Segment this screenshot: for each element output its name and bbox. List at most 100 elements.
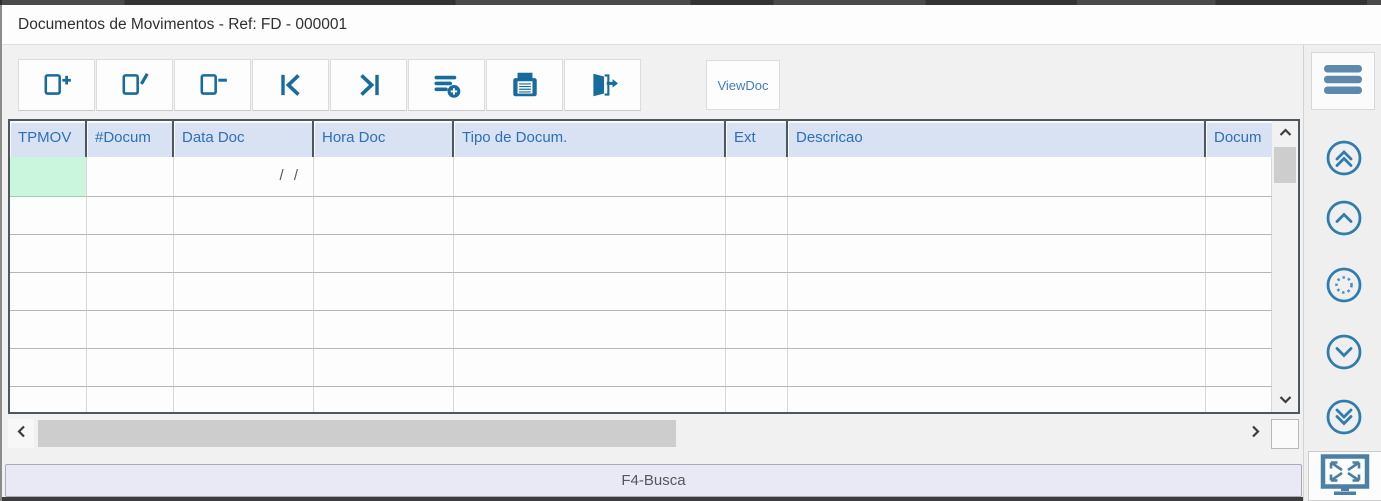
new-record-button[interactable] [18,59,95,111]
last-record-button[interactable] [330,59,407,111]
scroll-next-button[interactable] [1324,333,1364,373]
chevron-down-icon [1279,391,1292,409]
grid-cell[interactable] [454,197,726,235]
grid-cell[interactable] [314,157,454,197]
exit-button[interactable] [564,59,641,111]
column-header-data-doc[interactable]: Data Doc [174,121,314,157]
grid-cell[interactable] [788,157,1206,197]
list-plus-icon [431,69,463,101]
grid-cell[interactable] [454,349,726,387]
first-record-button[interactable] [252,59,329,111]
grid-cell[interactable] [314,273,454,311]
grid-cell[interactable] [788,387,1206,412]
grid-cell[interactable] [454,157,726,197]
grid-cell[interactable] [726,387,788,412]
grid-cell[interactable] [87,387,174,412]
grid-row[interactable] [10,311,1272,349]
scroll-right-button[interactable] [1242,419,1268,448]
grid-cell[interactable] [87,157,174,197]
grid-cell[interactable] [788,311,1206,349]
grid-cell[interactable] [314,387,454,412]
grid-cell[interactable] [10,387,87,412]
scroll-prev-button[interactable] [1324,199,1364,239]
selected-cell[interactable] [10,157,87,197]
grid-cell[interactable] [726,311,788,349]
grid-cell[interactable] [174,311,314,349]
grid-cell[interactable] [726,157,788,197]
grid-cell[interactable] [10,235,87,273]
column-header-descricao[interactable]: Descricao [788,121,1206,157]
grid-cell[interactable] [788,197,1206,235]
add-detail-button[interactable] [408,59,485,111]
vertical-scrollbar[interactable] [1272,121,1298,412]
horizontal-scroll-thumb[interactable] [38,420,676,447]
column-header-tpmov[interactable]: TPMOV [10,121,87,157]
grid-cell[interactable] [87,273,174,311]
grid-cell[interactable] [726,197,788,235]
expand-window-button[interactable] [1308,451,1381,501]
column-header-ext[interactable]: Ext [726,121,788,157]
grid-cell[interactable] [1206,197,1272,235]
grid-cell[interactable] [454,273,726,311]
grid-cell[interactable] [1206,311,1272,349]
grid-cell[interactable] [788,349,1206,387]
grid-cell[interactable] [788,235,1206,273]
scroll-last-button[interactable] [1324,398,1364,438]
grid-cell[interactable] [174,387,314,412]
grid-cell[interactable] [726,235,788,273]
grid-cell[interactable] [174,235,314,273]
scroll-first-button[interactable] [1324,139,1364,179]
grid-row[interactable] [10,235,1272,273]
grid-cell[interactable] [174,197,314,235]
date-mask-cell[interactable]: / / [174,157,314,197]
grid-cell[interactable] [454,311,726,349]
grid-cell[interactable] [87,349,174,387]
scroll-left-button[interactable] [8,419,34,448]
delete-record-button[interactable] [174,59,251,111]
grid-row[interactable] [10,349,1272,387]
grid-cell[interactable] [726,273,788,311]
scroll-up-button[interactable] [1272,121,1298,145]
scroll-down-button[interactable] [1272,388,1298,412]
grid-cell[interactable] [314,349,454,387]
column-header-documento[interactable]: Docum [1206,121,1272,157]
viewdoc-button[interactable]: ViewDoc [706,60,780,110]
grid-cell[interactable] [10,349,87,387]
vertical-scroll-thumb[interactable] [1274,147,1296,183]
grid-cell[interactable] [788,273,1206,311]
menu-button[interactable] [1311,52,1375,110]
print-button[interactable] [486,59,563,111]
grid-cell[interactable] [314,311,454,349]
grid-cell[interactable] [87,311,174,349]
grid-cell[interactable] [174,349,314,387]
grid-cell[interactable] [1206,235,1272,273]
horizontal-scrollbar[interactable] [8,419,1268,448]
grid-row[interactable] [10,387,1272,412]
status-bar: F4-Busca [5,464,1302,497]
locate-record-button[interactable] [1324,266,1364,306]
grid-cell[interactable] [1206,387,1272,412]
grid-cell[interactable] [314,197,454,235]
grid-cell[interactable] [174,273,314,311]
grid-cell[interactable] [726,349,788,387]
column-header-hora-doc[interactable]: Hora Doc [314,121,454,157]
grid-cell[interactable] [454,387,726,412]
grid-cell[interactable] [10,197,87,235]
grid-row[interactable]: / / [10,157,1272,197]
grid-row[interactable] [10,273,1272,311]
column-header-tipo-de-docum[interactable]: Tipo de Docum. [454,121,726,157]
scrollbar-corner [1271,419,1299,449]
grid-cell[interactable] [10,273,87,311]
edit-record-button[interactable] [96,59,173,111]
grid-cell[interactable] [87,235,174,273]
grid-cell[interactable] [87,197,174,235]
documentos-movimentos-window: Documentos de Movimentos - Ref: FD - 000… [0,0,1381,501]
grid-cell[interactable] [1206,349,1272,387]
column-header-docum[interactable]: #Docum [87,121,174,157]
grid-row[interactable] [10,197,1272,235]
grid-cell[interactable] [1206,157,1272,197]
grid-cell[interactable] [1206,273,1272,311]
grid-cell[interactable] [10,311,87,349]
grid-cell[interactable] [454,235,726,273]
grid-cell[interactable] [314,235,454,273]
